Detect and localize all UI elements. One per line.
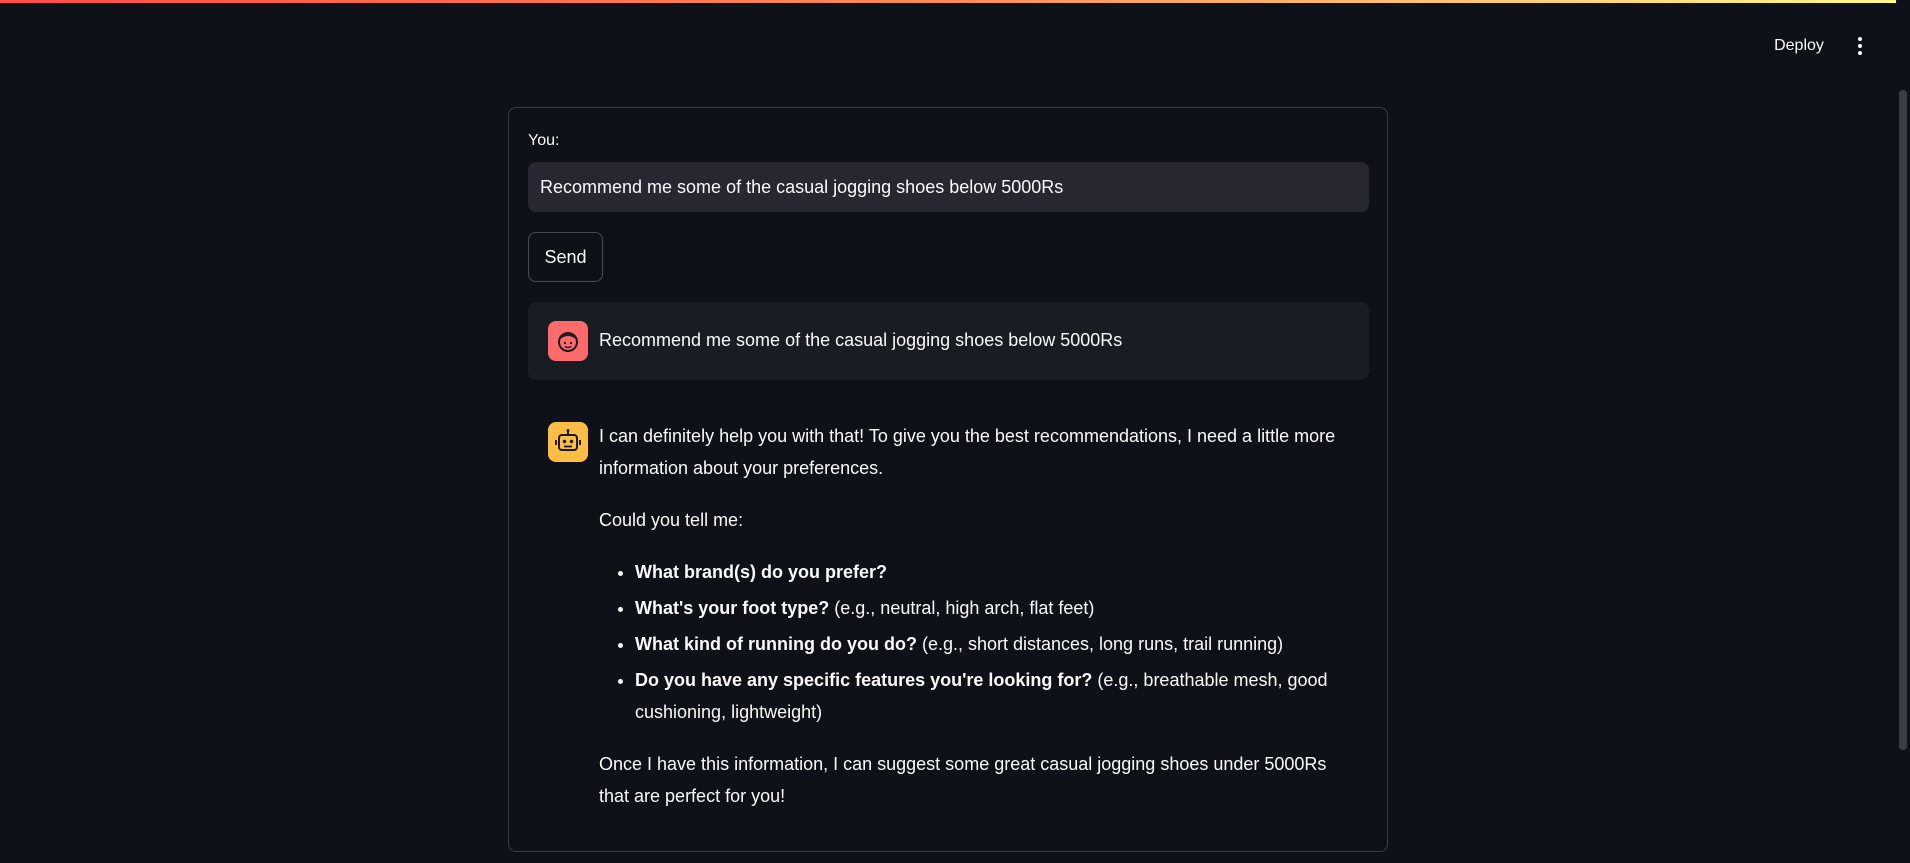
menu-dot [1858,37,1862,41]
question-detail: (e.g., short distances, long runs, trail… [916,634,1284,654]
user-message: Recommend me some of the casual jogging … [528,302,1369,380]
more-vert-icon[interactable] [1844,30,1876,62]
user-face-icon [548,321,588,361]
assistant-message: I can definitely help you with that! To … [528,398,1369,838]
app-header: Deploy [0,0,1910,90]
assistant-closing: Once I have this information, I can sugg… [599,754,1327,806]
menu-dot [1858,44,1862,48]
deploy-button[interactable]: Deploy [1758,30,1840,62]
menu-dot [1858,51,1862,55]
assistant-ask: Could you tell me: [599,510,744,530]
list-item: What kind of running do you do? (e.g., s… [635,628,1359,660]
send-button[interactable]: Send [528,232,603,282]
assistant-message-body: I can definitely help you with that! To … [599,420,1359,832]
assistant-intro: I can definitely help you with that! To … [599,426,1336,478]
question-detail: (e.g., neutral, high arch, flat feet) [829,598,1095,618]
robot-icon [548,422,588,462]
scrollbar-thumb[interactable] [1899,90,1907,750]
message-input[interactable] [528,162,1369,212]
question-bold: What's your foot type? [635,598,830,618]
question-list: What brand(s) do you prefer? What's your… [599,556,1359,728]
question-bold: What brand(s) do you prefer? [635,562,887,582]
question-bold: Do you have any specific features you're… [635,670,1093,690]
input-label: You: [528,132,560,149]
user-message-text: Recommend me some of the casual jogging … [599,330,1123,350]
list-item: What brand(s) do you prefer? [635,556,1359,588]
chat-container: You: Send Recommend me some of the casua… [508,107,1388,852]
question-bold: What kind of running do you do? [635,634,917,654]
list-item: What's your foot type? (e.g., neutral, h… [635,592,1359,624]
list-item: Do you have any specific features you're… [635,664,1359,728]
